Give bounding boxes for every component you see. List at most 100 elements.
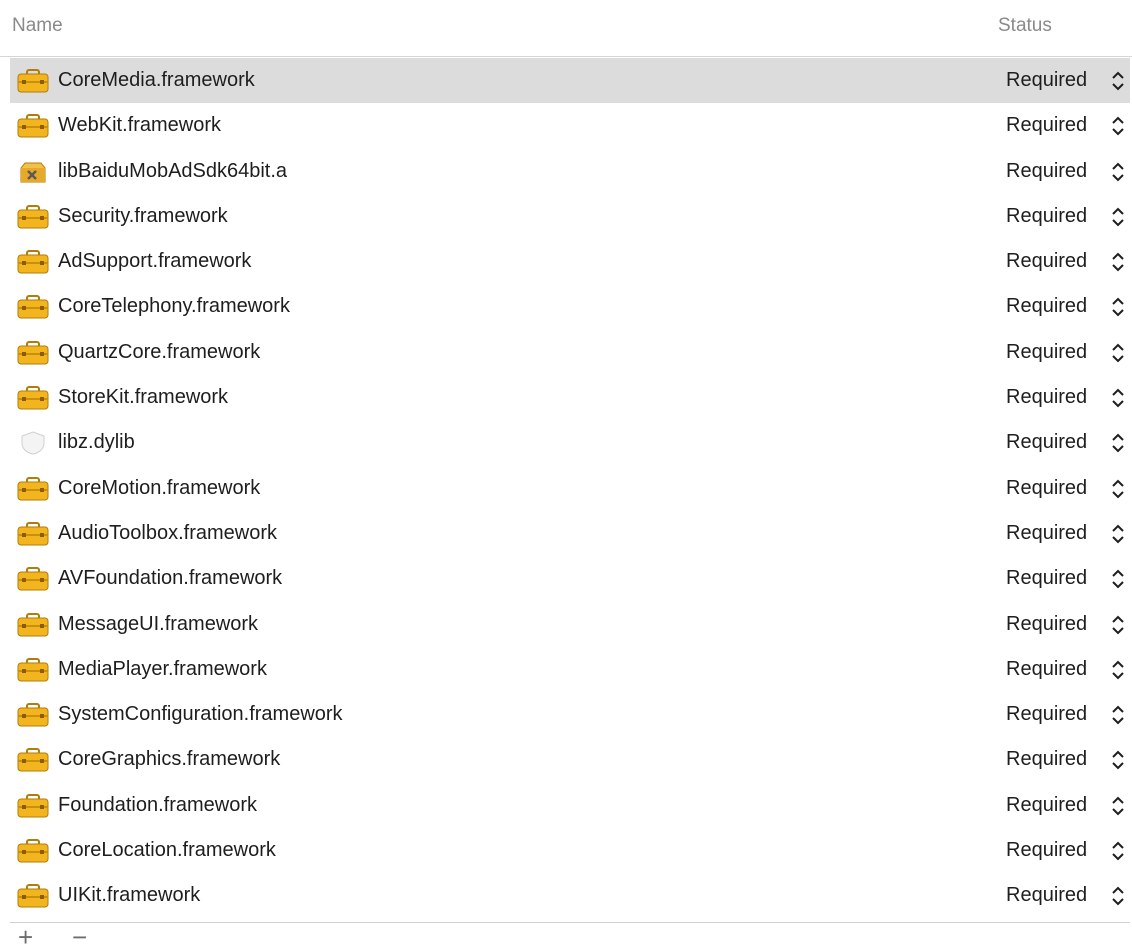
chevron-up-down-icon[interactable]	[1110, 68, 1126, 94]
framework-toolbox-icon	[17, 521, 51, 548]
table-row[interactable]: libBaiduMobAdSdk64bit.a Required	[10, 149, 1130, 194]
table-row[interactable]: Security.framework Required	[10, 194, 1130, 239]
framework-toolbox-icon	[17, 69, 51, 95]
library-name: UIKit.framework	[58, 884, 201, 907]
chevron-up-down-icon[interactable]	[1110, 838, 1126, 864]
library-name: MessageUI.framework	[58, 612, 259, 635]
framework-toolbox-icon	[17, 295, 51, 321]
chevron-up-down-icon[interactable]	[1110, 249, 1126, 275]
library-name: CoreTelephony.framework	[58, 295, 290, 318]
static-library-icon	[17, 160, 51, 186]
library-name: Security.framework	[58, 204, 228, 227]
library-name: MediaPlayer.framework	[58, 657, 267, 680]
table-row[interactable]: AudioToolbox.framework Required	[10, 511, 1130, 556]
table-row[interactable]: CoreMotion.framework Required	[10, 466, 1130, 511]
framework-toolbox-icon	[17, 250, 51, 276]
library-name: AdSupport.framework	[58, 250, 252, 273]
chevron-up-down-icon[interactable]	[1110, 793, 1126, 819]
table-row[interactable]: CoreTelephony.framework Required	[10, 284, 1130, 329]
add-item-button[interactable]: +	[18, 928, 48, 946]
chevron-up-down-icon[interactable]	[1110, 521, 1126, 547]
status-popup-button[interactable]: Required	[1006, 567, 1087, 590]
status-popup-button[interactable]: Required	[1006, 703, 1087, 726]
table-row[interactable]: CoreLocation.framework Required	[10, 828, 1130, 873]
framework-toolbox-icon	[17, 340, 51, 367]
status-popup-button[interactable]: Required	[1006, 295, 1087, 318]
table-row[interactable]: SystemConfiguration.framework Required	[10, 692, 1130, 737]
library-list: CoreMedia.framework Required WebKit.framew…	[0, 58, 1132, 919]
library-name: AVFoundation.framework	[58, 567, 283, 590]
framework-toolbox-icon	[17, 204, 51, 231]
remove-item-button[interactable]: −	[72, 928, 102, 946]
library-name: CoreMedia.framework	[58, 69, 255, 91]
chevron-up-down-icon[interactable]	[1110, 385, 1126, 411]
table-row[interactable]: QuartzCore.framework Required	[10, 330, 1130, 375]
chevron-up-down-icon[interactable]	[1110, 657, 1126, 683]
library-name: CoreLocation.framework	[58, 839, 276, 862]
framework-toolbox-icon	[17, 476, 51, 503]
framework-toolbox-icon	[17, 748, 51, 774]
table-row[interactable]: StoreKit.framework Required	[10, 375, 1130, 420]
table-row[interactable]: Foundation.framework Required	[10, 783, 1130, 828]
table-row[interactable]: libz.dylib Required	[10, 420, 1130, 465]
library-name: CoreGraphics.framework	[58, 748, 281, 771]
status-popup-button[interactable]: Required	[1006, 658, 1087, 681]
chevron-up-down-icon[interactable]	[1110, 476, 1126, 502]
table-row[interactable]: MediaPlayer.framework Required	[10, 647, 1130, 692]
table-row[interactable]: AVFoundation.framework Required	[10, 556, 1130, 601]
framework-toolbox-icon	[17, 567, 51, 593]
status-popup-button[interactable]: Required	[1006, 386, 1087, 409]
dylib-shield-icon	[17, 431, 51, 457]
framework-toolbox-icon	[17, 703, 51, 729]
framework-toolbox-icon	[17, 386, 51, 412]
library-name: SystemConfiguration.framework	[58, 703, 343, 726]
name-column-header[interactable]: Name	[12, 15, 63, 37]
framework-toolbox-icon	[17, 114, 51, 140]
linked-frameworks-panel: Name Status CoreMedia.framework Required W…	[0, 0, 1132, 946]
table-row[interactable]: AdSupport.framework Required	[10, 239, 1130, 284]
status-popup-button[interactable]: Required	[1006, 431, 1087, 454]
chevron-up-down-icon[interactable]	[1110, 294, 1126, 320]
status-popup-button[interactable]: Required	[1006, 613, 1087, 636]
chevron-up-down-icon[interactable]	[1110, 430, 1126, 456]
library-name: WebKit.framework	[58, 114, 222, 137]
chevron-up-down-icon[interactable]	[1110, 113, 1126, 139]
chevron-up-down-icon[interactable]	[1110, 612, 1126, 638]
status-popup-button[interactable]: Required	[1006, 748, 1087, 771]
framework-toolbox-icon	[17, 612, 51, 639]
table-row[interactable]: CoreMedia.framework Required	[10, 58, 1130, 104]
chevron-up-down-icon[interactable]	[1110, 883, 1126, 909]
status-popup-button[interactable]: Required	[1006, 884, 1087, 907]
status-popup-button[interactable]: Required	[1006, 794, 1087, 817]
status-popup-button[interactable]: Required	[1006, 160, 1087, 183]
chevron-up-down-icon[interactable]	[1110, 747, 1126, 773]
chevron-up-down-icon[interactable]	[1110, 159, 1126, 185]
status-popup-button[interactable]: Required	[1006, 839, 1087, 862]
chevron-up-down-icon[interactable]	[1110, 702, 1126, 728]
table-row[interactable]: UIKit.framework Required	[10, 873, 1130, 918]
status-popup-button[interactable]: Required	[1006, 522, 1087, 545]
chevron-up-down-icon[interactable]	[1110, 566, 1126, 592]
library-name: QuartzCore.framework	[58, 340, 261, 363]
status-popup-button[interactable]: Required	[1006, 341, 1087, 364]
library-name: CoreMotion.framework	[58, 476, 261, 499]
library-name: Foundation.framework	[58, 793, 257, 816]
table-row[interactable]: CoreGraphics.framework Required	[10, 737, 1130, 782]
table-row[interactable]: MessageUI.framework Required	[10, 602, 1130, 647]
chevron-up-down-icon[interactable]	[1110, 204, 1126, 230]
framework-toolbox-icon	[17, 657, 51, 684]
library-name: libBaiduMobAdSdk64bit.a	[58, 159, 288, 182]
framework-toolbox-icon	[17, 884, 51, 910]
library-name: libz.dylib	[58, 431, 135, 454]
status-popup-button[interactable]: Required	[1006, 69, 1087, 92]
status-popup-button[interactable]: Required	[1006, 477, 1087, 500]
status-popup-button[interactable]: Required	[1006, 114, 1087, 137]
framework-toolbox-icon	[17, 793, 51, 820]
chevron-up-down-icon[interactable]	[1110, 340, 1126, 366]
table-row[interactable]: WebKit.framework Required	[10, 103, 1130, 148]
status-column-header[interactable]: Status	[998, 15, 1052, 37]
status-popup-button[interactable]: Required	[1006, 250, 1087, 273]
table-header: Name Status	[0, 0, 1132, 57]
status-popup-button[interactable]: Required	[1006, 205, 1087, 228]
library-name: StoreKit.framework	[58, 386, 229, 409]
